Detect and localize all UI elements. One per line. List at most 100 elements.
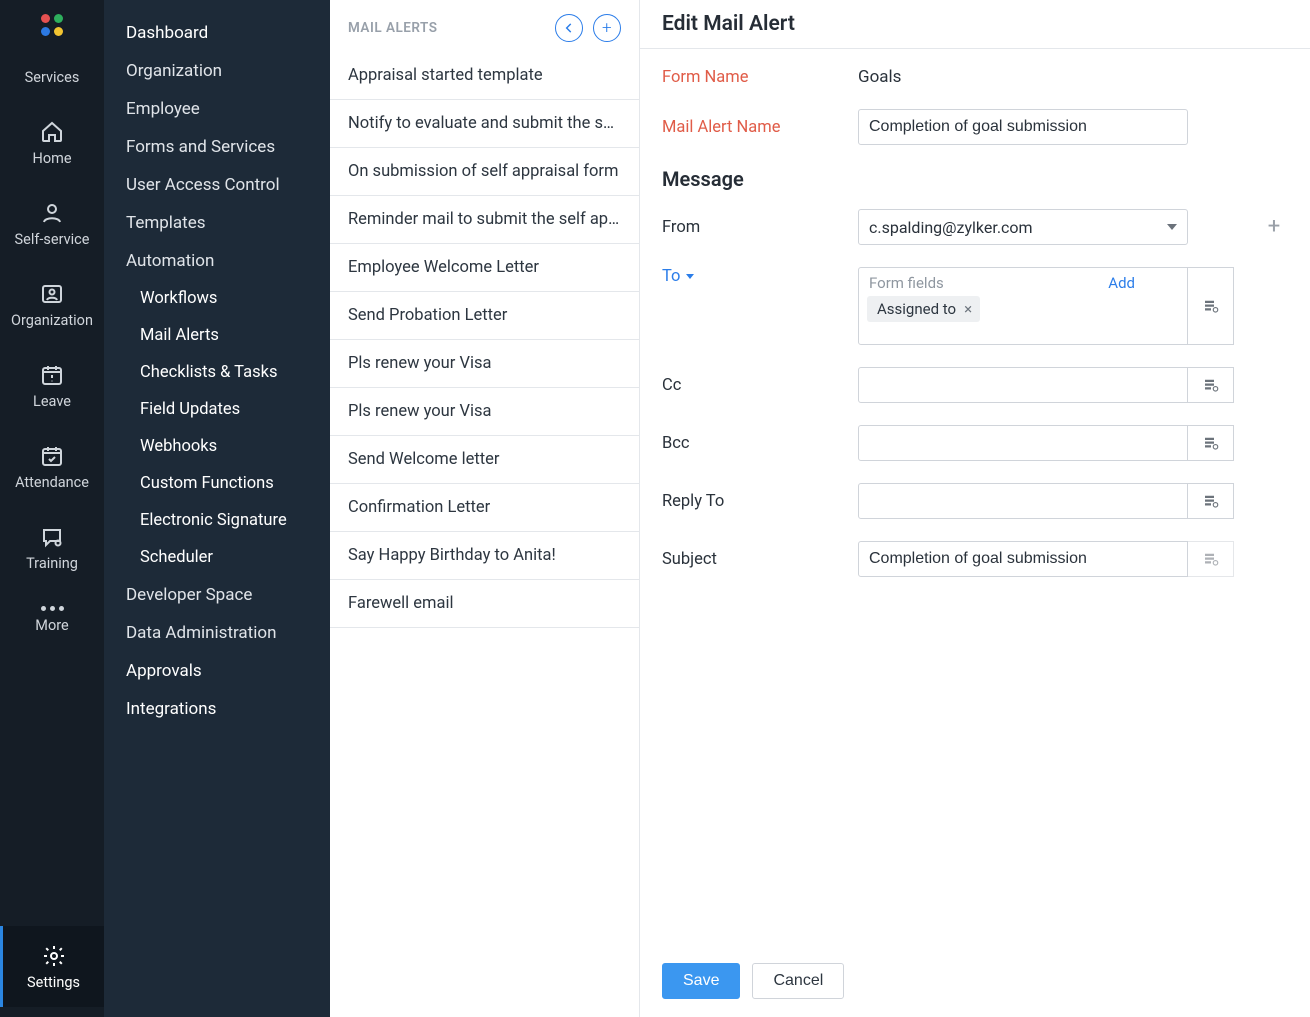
save-button[interactable]: Save <box>662 963 740 999</box>
list-item[interactable]: Send Welcome letter <box>330 436 639 484</box>
sidebar-item-data-admin[interactable]: Data Administration <box>104 614 330 652</box>
sidebar-item-organization[interactable]: Organization <box>104 52 330 90</box>
label-bcc: Bcc <box>662 434 852 453</box>
list-item[interactable]: Confirmation Letter <box>330 484 639 532</box>
reply-to-input[interactable] <box>858 483 1188 519</box>
nav-label: Home <box>0 150 104 167</box>
to-add-link[interactable]: Add <box>1108 274 1135 292</box>
chat-icon <box>0 525 104 549</box>
label-from: From <box>662 218 852 237</box>
list-item[interactable]: Say Happy Birthday to Anita! <box>330 532 639 580</box>
list-title: MAIL ALERTS <box>348 20 437 36</box>
chevron-down-icon <box>1167 224 1177 230</box>
nav-label: Training <box>0 555 104 572</box>
chevron-left-icon <box>562 21 576 35</box>
label-reply-to: Reply To <box>662 492 852 511</box>
chip-remove-icon[interactable]: × <box>964 300 972 318</box>
list-item[interactable]: Send Probation Letter <box>330 292 639 340</box>
nav-label: Leave <box>0 393 104 410</box>
person-icon <box>0 201 104 225</box>
home-icon <box>0 120 104 144</box>
back-button[interactable] <box>555 14 583 42</box>
nav-services[interactable]: Services <box>0 51 104 102</box>
nav-rail: Services Home Self-service Organization … <box>0 0 104 1017</box>
gear-icon <box>3 944 104 968</box>
list-item[interactable]: On submission of self appraisal form <box>330 148 639 196</box>
cancel-button[interactable]: Cancel <box>752 963 844 999</box>
nav-self-service[interactable]: Self-service <box>0 183 104 264</box>
bcc-insert-button[interactable] <box>1188 425 1234 461</box>
sidebar-sub-webhooks[interactable]: Webhooks <box>104 428 330 465</box>
nav-home[interactable]: Home <box>0 102 104 183</box>
sidebar-sub-checklists[interactable]: Checklists & Tasks <box>104 354 330 391</box>
sidebar-item-forms-services[interactable]: Forms and Services <box>104 128 330 166</box>
app-logo <box>41 14 64 37</box>
bcc-input[interactable] <box>858 425 1188 461</box>
from-select[interactable]: c.spalding@zylker.com <box>858 209 1188 245</box>
nav-attendance[interactable]: Attendance <box>0 426 104 507</box>
list-item[interactable]: Pls renew your Visa <box>330 388 639 436</box>
insert-field-icon <box>1202 434 1220 452</box>
nav-label: Attendance <box>0 474 104 491</box>
sidebar-sub-mail-alerts[interactable]: Mail Alerts <box>104 317 330 354</box>
reply-to-insert-button[interactable] <box>1188 483 1234 519</box>
nav-settings[interactable]: Settings <box>0 926 104 1007</box>
sidebar-item-user-access[interactable]: User Access Control <box>104 166 330 204</box>
calendar-alert-icon <box>0 363 104 387</box>
nav-leave[interactable]: Leave <box>0 345 104 426</box>
to-insert-button[interactable] <box>1188 267 1234 345</box>
section-message: Message <box>662 167 1288 191</box>
ellipsis-icon <box>0 606 104 611</box>
label-mail-alert-name: Mail Alert Name <box>662 118 852 137</box>
sidebar-sub-custom-fn[interactable]: Custom Functions <box>104 465 330 502</box>
to-field[interactable]: Form fields Add Assigned to × <box>858 267 1188 345</box>
list-item[interactable]: Farewell email <box>330 580 639 628</box>
sidebar-item-developer-space[interactable]: Developer Space <box>104 576 330 614</box>
label-form-name: Form Name <box>662 68 852 87</box>
cc-input[interactable] <box>858 367 1188 403</box>
add-mail-alert-button[interactable]: + <box>593 14 621 42</box>
insert-field-icon <box>1202 376 1220 394</box>
sidebar-item-automation[interactable]: Automation <box>104 242 330 280</box>
nav-label: Self-service <box>0 231 104 248</box>
sidebar-item-integrations[interactable]: Integrations <box>104 690 330 728</box>
sidebar-sub-esign[interactable]: Electronic Signature <box>104 502 330 539</box>
panel-title: Edit Mail Alert <box>640 0 1310 49</box>
nav-more[interactable]: More <box>0 588 104 650</box>
label-subject: Subject <box>662 550 852 569</box>
nav-label: More <box>0 617 104 634</box>
from-value: c.spalding@zylker.com <box>869 218 1033 237</box>
list-item[interactable]: Notify to evaluate and submit the self a… <box>330 100 639 148</box>
sidebar-sub-field-upd[interactable]: Field Updates <box>104 391 330 428</box>
org-icon <box>0 282 104 306</box>
insert-field-icon <box>1202 550 1220 568</box>
label-cc: Cc <box>662 376 852 395</box>
chevron-down-icon <box>686 274 694 279</box>
plus-icon: + <box>602 20 612 37</box>
sidebar-item-approvals[interactable]: Approvals <box>104 652 330 690</box>
cc-insert-button[interactable] <box>1188 367 1234 403</box>
label-to[interactable]: To <box>662 267 852 286</box>
mail-alert-name-input[interactable] <box>858 109 1188 145</box>
settings-sidebar: Dashboard Organization Employee Forms an… <box>104 0 330 1017</box>
list-item[interactable]: Appraisal started template <box>330 52 639 100</box>
sidebar-item-templates[interactable]: Templates <box>104 204 330 242</box>
add-from-button[interactable]: + <box>1260 216 1288 238</box>
nav-label: Organization <box>0 312 104 329</box>
nav-organization[interactable]: Organization <box>0 264 104 345</box>
list-item[interactable]: Employee Welcome Letter <box>330 244 639 292</box>
sidebar-sub-scheduler[interactable]: Scheduler <box>104 539 330 576</box>
insert-field-icon <box>1202 297 1220 315</box>
sidebar-item-employee[interactable]: Employee <box>104 90 330 128</box>
subject-insert-button[interactable] <box>1188 541 1234 577</box>
nav-training[interactable]: Training <box>0 507 104 588</box>
edit-mail-alert-panel: Edit Mail Alert Form Name Goals Mail Ale… <box>640 0 1310 1017</box>
value-form-name: Goals <box>858 67 1254 87</box>
sidebar-item-dashboard[interactable]: Dashboard <box>104 14 330 52</box>
list-item[interactable]: Pls renew your Visa <box>330 340 639 388</box>
to-placeholder: Form fields <box>869 274 944 292</box>
list-item[interactable]: Reminder mail to submit the self apprai… <box>330 196 639 244</box>
insert-field-icon <box>1202 492 1220 510</box>
subject-input[interactable] <box>858 541 1188 577</box>
sidebar-sub-workflows[interactable]: Workflows <box>104 280 330 317</box>
